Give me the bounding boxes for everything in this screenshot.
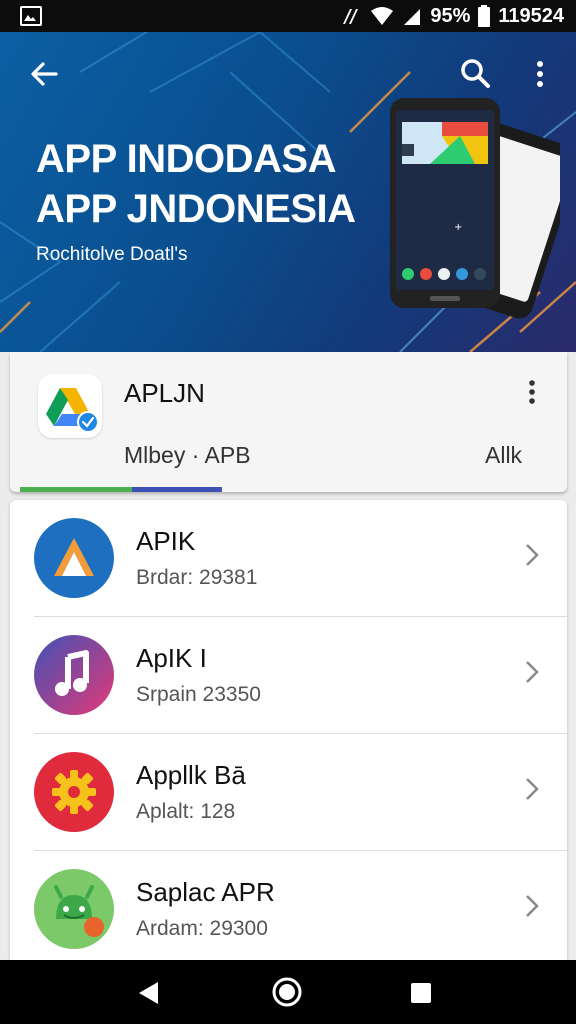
android-icon <box>34 869 114 949</box>
chevron-right-icon <box>526 661 539 683</box>
card-overflow-menu-icon[interactable] <box>522 378 542 408</box>
back-triangle-icon[interactable] <box>136 980 162 1006</box>
app-meta: Aplalt: 128 <box>136 800 236 823</box>
battery-icon <box>478 5 491 27</box>
gear-icon <box>34 752 114 832</box>
tab-indicator-green <box>20 487 132 492</box>
list-item[interactable]: Saplac APR Ardam: 29300 <box>10 851 567 960</box>
chevron-right-icon <box>526 778 539 800</box>
hero-title-line2: APP JNDONESIA <box>36 187 356 231</box>
app-meta: Srpain 23350 <box>136 683 261 706</box>
recent-square-icon[interactable] <box>410 982 432 1004</box>
navigation-bar <box>0 960 576 1024</box>
chevron-right-icon <box>526 544 539 566</box>
clock: 119524 <box>498 4 564 27</box>
tab-indicator-blue <box>132 487 222 492</box>
drive-app-icon <box>38 374 102 438</box>
app-name: Saplac APR <box>136 877 275 907</box>
app-meta: Ardam: 29300 <box>136 917 268 940</box>
search-icon[interactable] <box>456 54 496 94</box>
hero-banner: APP INDODASA APP JNDONESIA Rochitolve Do… <box>0 32 576 352</box>
overflow-menu-icon[interactable] <box>528 54 552 94</box>
gallery-notification-icon <box>20 6 42 26</box>
chevron-right-icon <box>526 895 539 917</box>
app-list: APIK Brdar: 29381 ApIK I Srpain 23350 Ap… <box>10 500 567 960</box>
list-item[interactable]: Appllk Bā Aplalt: 128 <box>10 734 567 851</box>
wifi-icon <box>371 7 394 25</box>
back-arrow-icon[interactable] <box>26 56 62 92</box>
app-name: APIK <box>136 526 196 556</box>
no-sim-icon <box>343 9 359 24</box>
featured-app-action[interactable]: Allk <box>485 442 522 469</box>
featured-app-subtitle: Mlbey · APB <box>124 442 251 468</box>
svg-text:+: + <box>454 222 462 233</box>
home-circle-icon[interactable] <box>271 976 303 1008</box>
app-name: Appllk Bā <box>136 760 246 790</box>
triangle-a-icon <box>34 518 114 598</box>
app-name: ApIK I <box>136 643 207 673</box>
battery-percent: 95% <box>430 4 471 27</box>
list-item[interactable]: ApIK I Srpain 23350 <box>10 617 567 734</box>
cell-signal-icon <box>404 9 421 25</box>
status-bar: 95% 119524 <box>0 0 576 32</box>
app-meta: Brdar: 29381 <box>136 566 258 589</box>
featured-app-title: APLJN <box>124 378 205 408</box>
music-note-icon <box>34 635 114 715</box>
featured-app-card[interactable]: APLJN Mlbey · APB Allk <box>10 352 567 492</box>
hero-subtitle: Rochitolve Doatl's <box>36 244 188 265</box>
phone-illustration: + <box>390 98 560 319</box>
list-item[interactable]: APIK Brdar: 29381 <box>10 500 567 617</box>
hero-title-line1: APP INDODASA <box>36 137 336 181</box>
